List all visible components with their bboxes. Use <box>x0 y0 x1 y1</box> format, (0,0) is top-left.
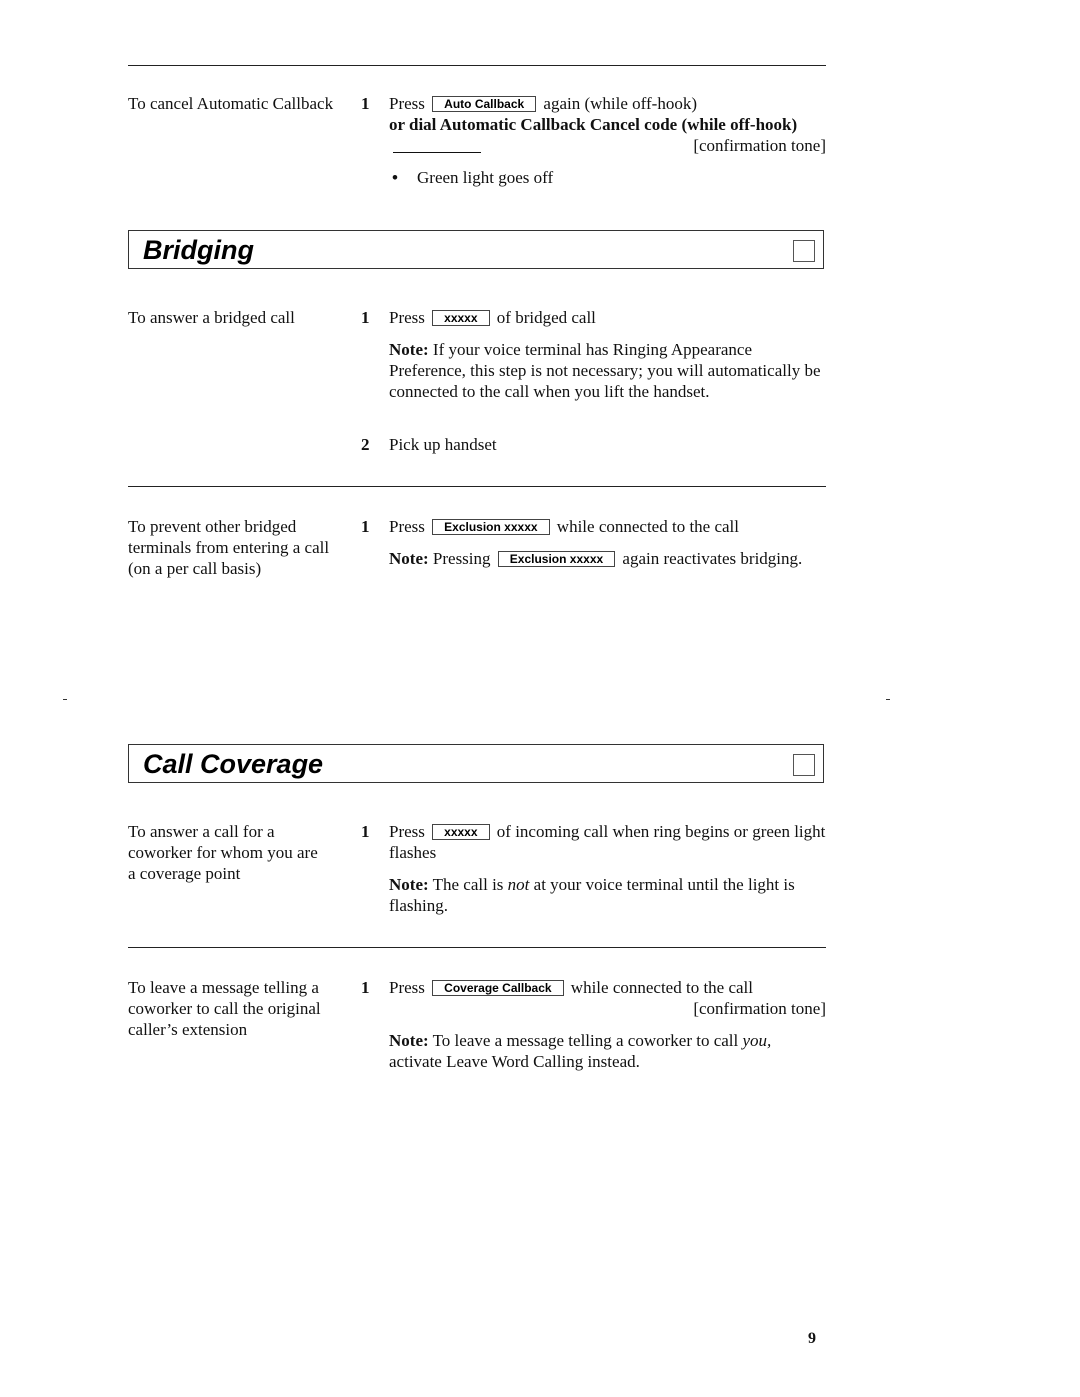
divider <box>128 486 826 487</box>
answer-bridged-call-block: To answer a bridged call 1 Press xxxxx o… <box>128 307 828 457</box>
step-number: 1 <box>361 978 370 997</box>
bullet-item: • Green light goes off <box>392 168 554 187</box>
step-number: 1 <box>361 94 370 113</box>
call-appearance-key: xxxxx <box>432 310 490 326</box>
section-title: Bridging <box>143 235 254 265</box>
cancel-callback-block: To cancel Automatic Callback 1 Press Aut… <box>128 93 828 203</box>
prevent-bridging-block: To prevent other bridged terminals from … <box>128 516 828 596</box>
auto-callback-key: Auto Callback <box>432 96 537 112</box>
coverage-callback-key: Coverage Callback <box>432 980 564 996</box>
crop-mark <box>886 699 890 700</box>
task-label: To answer a bridged call <box>128 308 295 327</box>
step-number: 1 <box>361 517 370 536</box>
step-number: 2 <box>361 435 370 454</box>
note: Note: The call is not at your voice term… <box>389 875 795 915</box>
exclusion-key: Exclusion xxxxx <box>497 551 616 567</box>
call-coverage-section-header: Call Coverage <box>128 744 824 783</box>
step-instruction: Press Exclusion xxxxx while connected to… <box>389 517 739 536</box>
step-instruction: Press Coverage Callback while connected … <box>389 978 753 997</box>
task-label: To leave a message telling a coworker to… <box>128 978 321 1039</box>
step-instruction: Press xxxxx of incoming call when ring b… <box>389 822 826 862</box>
checkbox-icon <box>793 240 815 262</box>
answer-coverage-call-block: To answer a call for a coworker for whom… <box>128 821 828 931</box>
cancel-code-instruction: or dial Automatic Callback Cancel code (… <box>389 115 826 155</box>
code-blank <box>393 138 481 153</box>
task-label: To cancel Automatic Callback <box>128 94 334 113</box>
step-instruction: Press xxxxx of bridged call <box>389 308 596 327</box>
step-instruction: Pick up handset <box>389 435 497 454</box>
step-number: 1 <box>361 308 370 327</box>
exclusion-key: Exclusion xxxxx <box>432 519 550 535</box>
divider <box>128 947 826 948</box>
checkbox-icon <box>793 754 815 776</box>
step-instruction: Press Auto Callback again (while off-hoo… <box>389 94 698 113</box>
task-label: To prevent other bridged terminals from … <box>128 517 330 578</box>
bullet-icon: • <box>392 168 398 187</box>
note: Note: To leave a message telling a cowor… <box>389 1031 772 1071</box>
note: Note: Pressing Exclusion xxxxx again rea… <box>389 549 803 568</box>
page-number: 9 <box>808 1330 816 1347</box>
call-appearance-key: xxxxx <box>432 824 490 840</box>
crop-mark <box>63 699 67 700</box>
leave-message-block: To leave a message telling a coworker to… <box>128 977 828 1077</box>
top-divider <box>128 65 826 66</box>
bridging-section-header: Bridging <box>128 230 824 269</box>
section-title: Call Coverage <box>143 749 324 779</box>
step-number: 1 <box>361 822 370 841</box>
confirmation-tone: [confirmation tone] <box>693 999 826 1018</box>
confirmation-tone: [confirmation tone] <box>693 136 826 155</box>
task-label: To answer a call for a coworker for whom… <box>128 822 318 883</box>
note: Note: If your voice terminal has Ringing… <box>389 340 821 401</box>
